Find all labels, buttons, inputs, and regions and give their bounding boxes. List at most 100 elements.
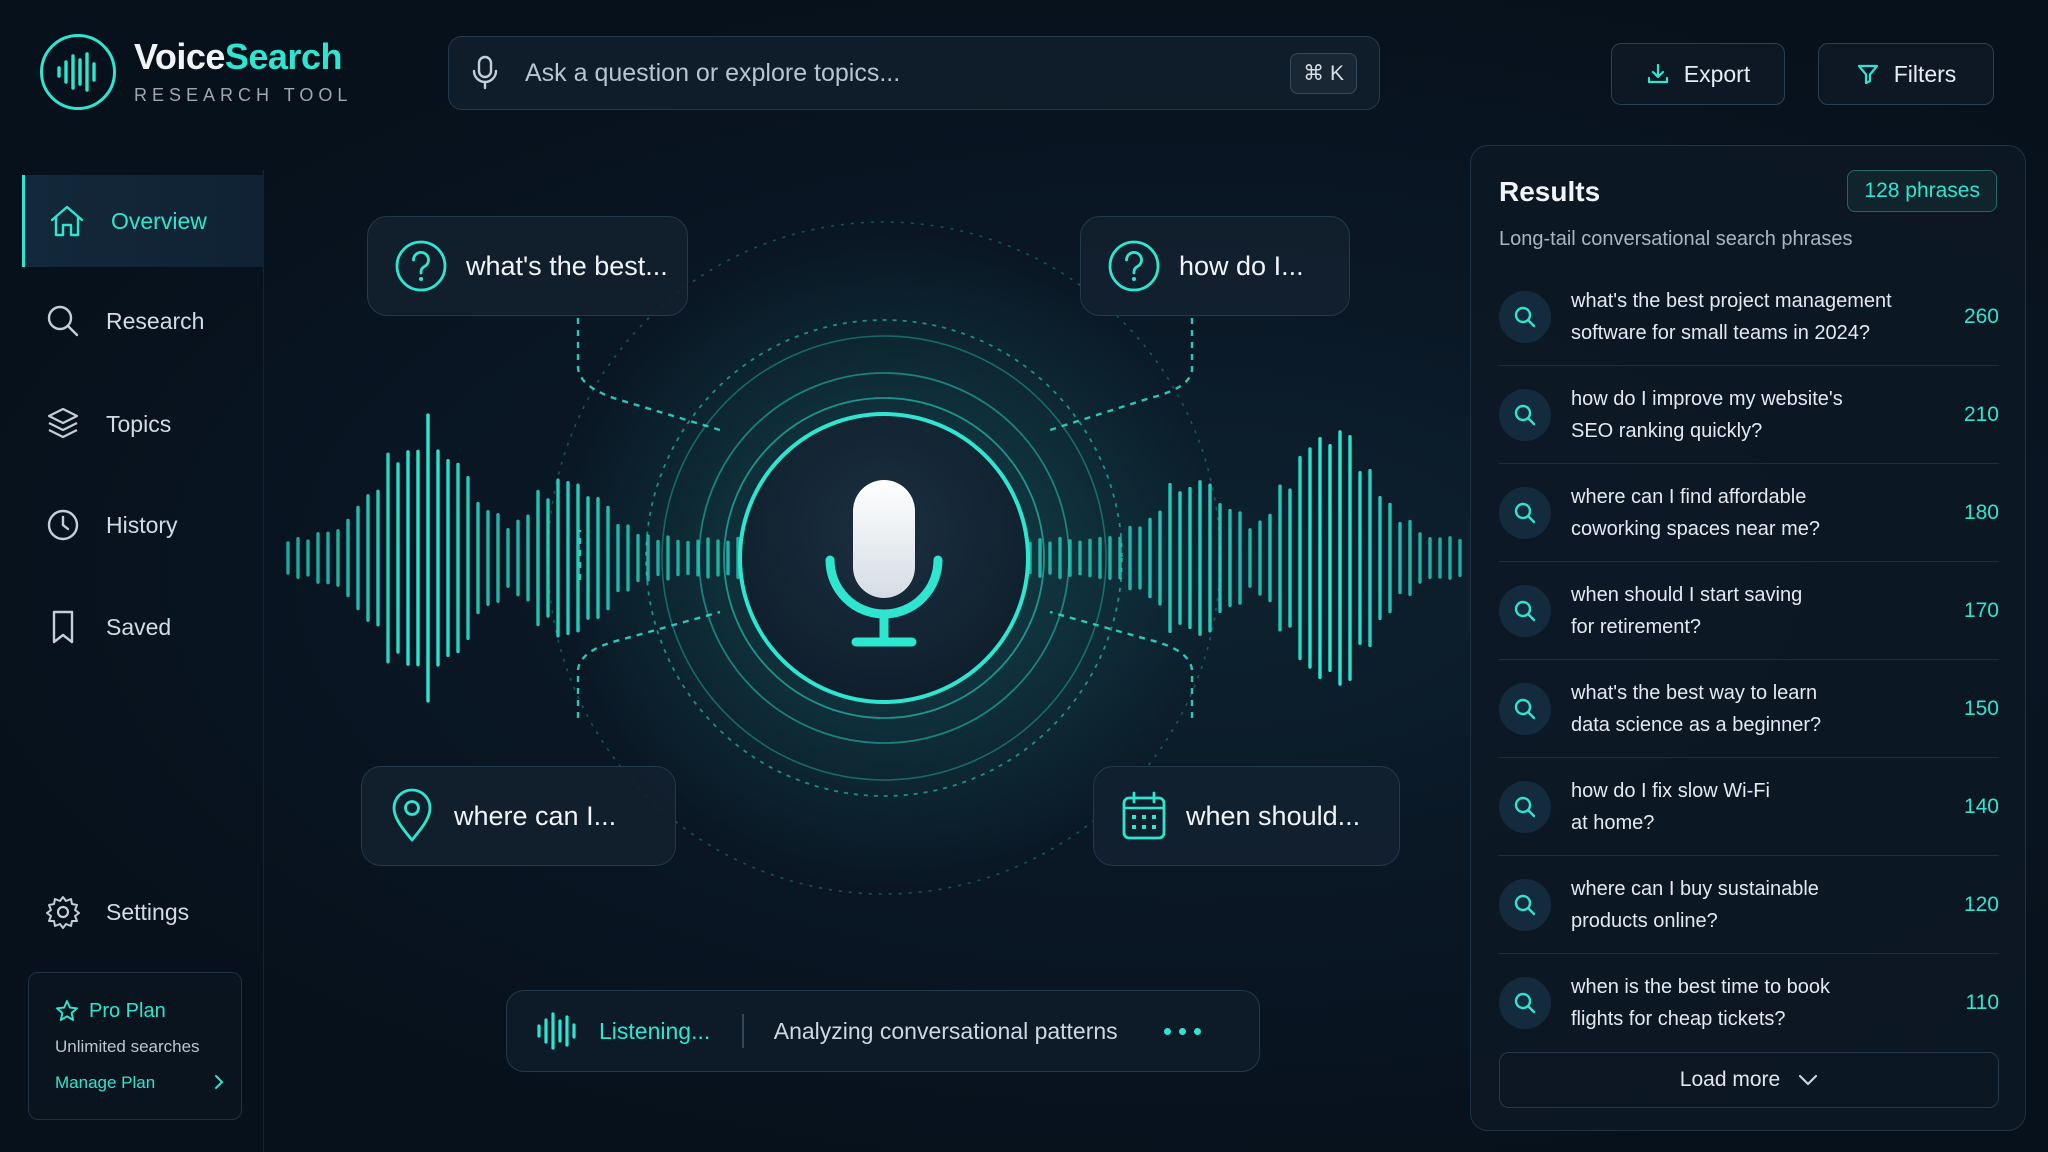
result-phrase-line2: SEO ranking quickly? bbox=[1571, 419, 1763, 442]
status-message: Analyzing conversational patterns bbox=[773, 1017, 1118, 1044]
filters-button[interactable]: Filters bbox=[1818, 43, 1994, 105]
chevron-down-icon bbox=[1799, 1074, 1818, 1086]
waveform-logo-icon bbox=[40, 34, 116, 110]
result-phrase-line2: for retirement? bbox=[1571, 615, 1702, 638]
result-phrase-line1: how do I fix slow Wi-Fi bbox=[1571, 779, 1770, 802]
result-phrase-line1: what's the best way to learn bbox=[1571, 681, 1818, 704]
keyboard-shortcut-badge: ⌘ K bbox=[1290, 52, 1357, 94]
sidebar-item-settings[interactable]: Settings bbox=[22, 866, 264, 958]
app-subtitle: RESEARCH TOOL bbox=[134, 84, 353, 105]
results-list: what's the best project management softw… bbox=[1499, 268, 1999, 1052]
search-icon bbox=[1499, 682, 1551, 735]
result-phrase-line1: when is the best time to book bbox=[1571, 976, 1831, 998]
app-logo[interactable]: VoiceSearch RESEARCH TOOL bbox=[40, 34, 352, 110]
result-phrase-line2: products online? bbox=[1571, 909, 1718, 932]
phrase-count-badge: 128 phrases bbox=[1847, 170, 1997, 212]
calendar-icon bbox=[1122, 791, 1166, 840]
app-name: VoiceSearch bbox=[134, 35, 342, 77]
result-volume: 150 bbox=[1963, 696, 1999, 720]
result-volume: 180 bbox=[1963, 500, 1999, 524]
result-phrase: when should I start saving for retiremen… bbox=[1571, 579, 1921, 643]
location-pin-icon bbox=[392, 788, 432, 842]
result-phrase-line1: when should I start saving bbox=[1571, 583, 1803, 606]
star-icon bbox=[56, 1000, 78, 1021]
result-phrase: where can I buy sustainable products onl… bbox=[1571, 873, 1921, 937]
clock-icon bbox=[47, 509, 79, 541]
result-phrase: when is the best time to book flights fo… bbox=[1571, 971, 1921, 1035]
plan-description: Unlimited searches bbox=[55, 1037, 200, 1056]
search-bar[interactable]: ⌘ K bbox=[448, 36, 1380, 110]
result-phrase-line2: software for small teams in 2024? bbox=[1571, 321, 1871, 344]
export-label: Export bbox=[1683, 60, 1751, 87]
result-phrase: how do I fix slow Wi-Fi at home? bbox=[1571, 775, 1921, 839]
query-bubble-whats-the-best[interactable]: what's the best... bbox=[367, 216, 688, 316]
result-phrase: where can I find affordable coworking sp… bbox=[1571, 481, 1921, 545]
result-phrase: what's the best project management softw… bbox=[1571, 285, 1921, 349]
result-volume: 170 bbox=[1963, 598, 1999, 622]
download-icon bbox=[1647, 63, 1668, 84]
status-divider bbox=[742, 1014, 744, 1048]
result-phrase-line1: how do I improve my website's bbox=[1571, 387, 1843, 410]
result-row[interactable]: where can I find affordable coworking sp… bbox=[1499, 464, 1999, 562]
result-row[interactable]: what's the best project management softw… bbox=[1499, 268, 1999, 366]
result-phrase-line1: where can I find affordable bbox=[1571, 485, 1807, 508]
result-row[interactable]: what's the best way to learn data scienc… bbox=[1499, 660, 1999, 758]
waveform-icon bbox=[537, 1012, 576, 1050]
result-row[interactable]: when is the best time to book flights fo… bbox=[1499, 954, 1999, 1052]
result-row[interactable]: how do I fix slow Wi-Fi at home? 140 bbox=[1499, 758, 1999, 856]
home-icon bbox=[50, 205, 84, 237]
layers-icon bbox=[47, 407, 79, 439]
search-icon bbox=[1499, 977, 1551, 1029]
search-icon bbox=[1499, 780, 1551, 833]
search-icon bbox=[1499, 388, 1551, 441]
result-volume: 210 bbox=[1963, 402, 1999, 426]
bookmark-icon bbox=[52, 610, 74, 644]
result-phrase-line2: data science as a beginner? bbox=[1571, 713, 1822, 736]
search-icon bbox=[1499, 584, 1551, 637]
results-panel: Results 128 phrases Long-tail conversati… bbox=[1470, 145, 2026, 1131]
result-row[interactable]: where can I buy sustainable products onl… bbox=[1499, 856, 1999, 954]
sidebar-item-topics[interactable]: Topics bbox=[22, 378, 264, 470]
results-title: Results bbox=[1499, 176, 1601, 207]
manage-plan-link[interactable]: Manage Plan bbox=[55, 1073, 225, 1093]
chevron-right-icon bbox=[215, 1075, 224, 1089]
sidebar-item-overview[interactable]: Overview bbox=[22, 175, 264, 267]
result-phrase-line1: what's the best project management bbox=[1571, 289, 1892, 312]
listening-label: Listening... bbox=[599, 1017, 711, 1044]
query-bubble-when-should[interactable]: when should... bbox=[1093, 766, 1400, 866]
plan-card: Pro Plan Unlimited searches Manage Plan bbox=[28, 972, 242, 1120]
search-input[interactable] bbox=[525, 58, 1291, 88]
search-icon bbox=[1499, 290, 1551, 343]
result-row[interactable]: when should I start saving for retiremen… bbox=[1499, 562, 1999, 660]
result-volume: 260 bbox=[1963, 304, 1999, 328]
search-icon bbox=[1499, 486, 1551, 539]
results-subtitle: Long-tail conversational search phrases bbox=[1499, 228, 1853, 250]
result-volume: 120 bbox=[1963, 892, 1999, 916]
result-phrase-line2: flights for cheap tickets? bbox=[1571, 1008, 1786, 1030]
plan-title: Pro Plan bbox=[89, 999, 166, 1022]
gear-icon bbox=[46, 896, 80, 929]
result-row[interactable]: how do I improve my website's SEO rankin… bbox=[1499, 366, 1999, 464]
filter-icon bbox=[1857, 64, 1878, 85]
question-icon bbox=[395, 240, 447, 292]
more-icon[interactable] bbox=[1163, 1027, 1201, 1035]
result-volume: 110 bbox=[1965, 991, 1999, 1014]
microphone-icon[interactable] bbox=[471, 55, 499, 91]
load-more-button[interactable]: Load more bbox=[1499, 1052, 1999, 1108]
export-button[interactable]: Export bbox=[1611, 43, 1785, 105]
query-bubble-where-can-i[interactable]: where can I... bbox=[361, 766, 676, 866]
search-icon bbox=[47, 305, 79, 337]
sidebar-item-history[interactable]: History bbox=[22, 479, 264, 571]
sidebar-item-research[interactable]: Research bbox=[22, 275, 264, 367]
search-icon bbox=[1499, 878, 1551, 931]
result-volume: 140 bbox=[1963, 794, 1999, 818]
result-phrase-line2: coworking spaces near me? bbox=[1571, 517, 1821, 540]
result-phrase-line2: at home? bbox=[1571, 811, 1655, 834]
sidebar-item-saved[interactable]: Saved bbox=[22, 581, 264, 673]
filters-label: Filters bbox=[1893, 60, 1957, 87]
result-phrase: what's the best way to learn data scienc… bbox=[1571, 677, 1921, 741]
question-icon bbox=[1108, 240, 1160, 292]
query-bubble-how-do-i[interactable]: how do I... bbox=[1080, 216, 1350, 316]
result-phrase: how do I improve my website's SEO rankin… bbox=[1571, 383, 1921, 447]
result-phrase-line1: where can I buy sustainable bbox=[1571, 877, 1819, 900]
